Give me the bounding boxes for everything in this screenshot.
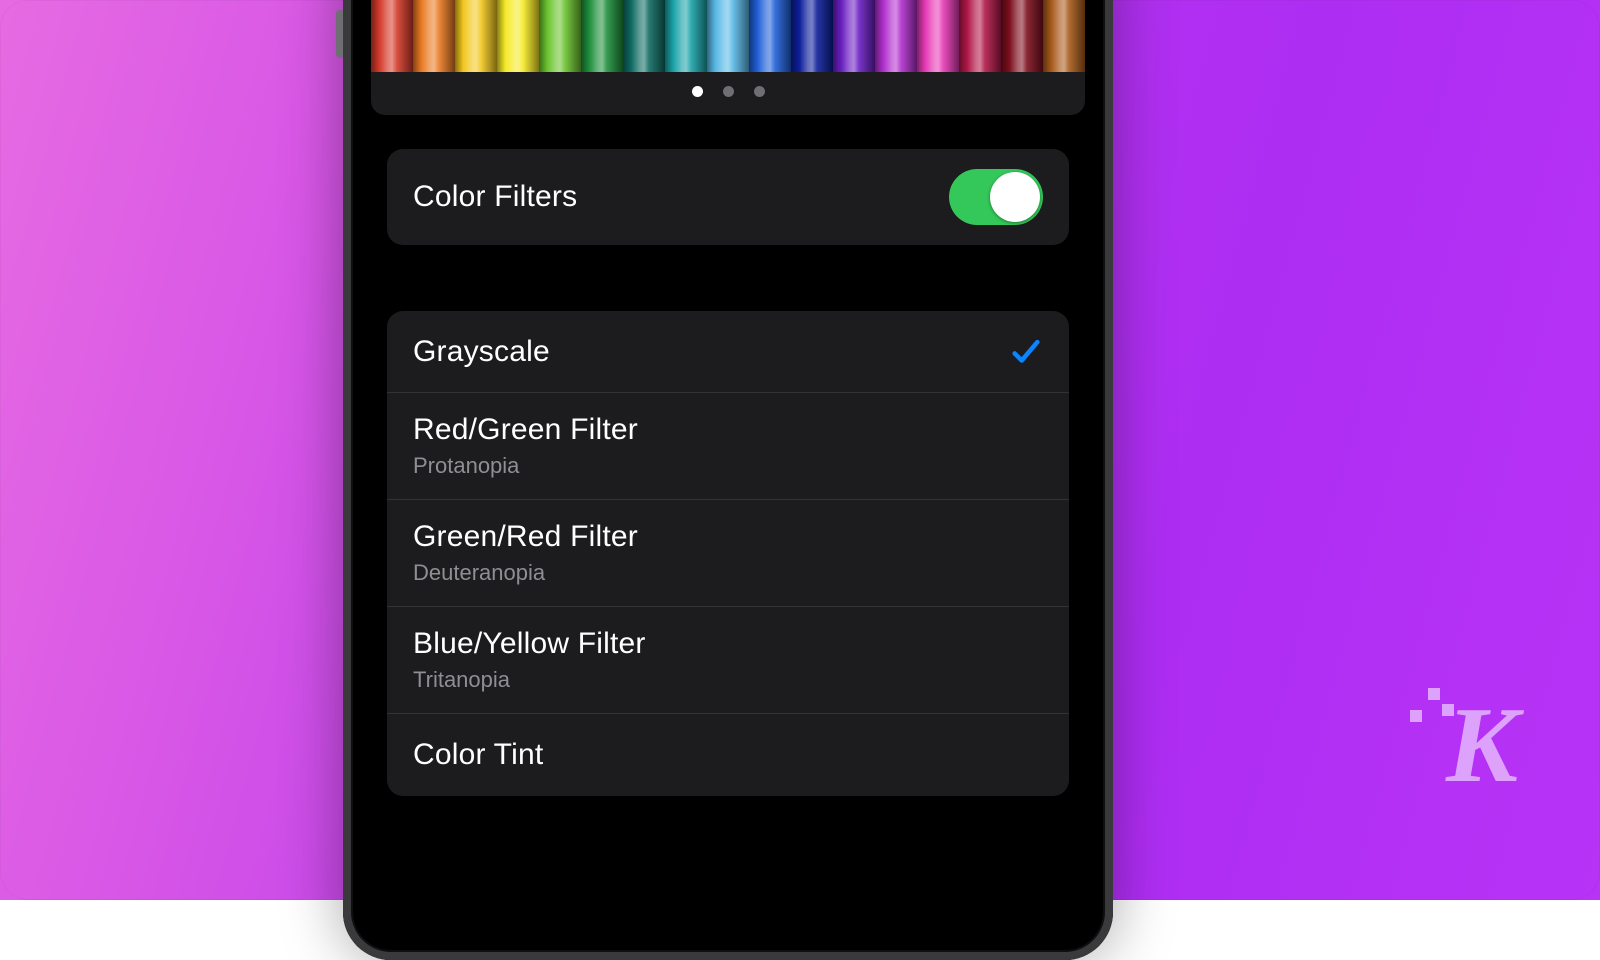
color-pencil [833, 0, 875, 72]
filter-options-card: Grayscale Red/Green Filter Protanopia Green… [387, 311, 1069, 796]
filter-option-title: Color Tint [413, 738, 1043, 772]
checkmark-icon [1009, 335, 1043, 369]
phone-frame: Color Filters Grayscale Red/Green Filter P… [343, 0, 1113, 960]
filter-option-row[interactable]: Red/Green Filter Protanopia [387, 393, 1069, 500]
color-pencils-row [371, 0, 1085, 72]
filter-option-row[interactable]: Color Tint [387, 714, 1069, 796]
watermark-logo: K [1446, 692, 1512, 800]
color-pencil [749, 0, 791, 72]
color-pencil [959, 0, 1001, 72]
mute-switch-nub [336, 10, 343, 58]
page-dot[interactable] [692, 86, 703, 97]
color-pencil [875, 0, 917, 72]
phone-screen: Color Filters Grayscale Red/Green Filter P… [357, 0, 1099, 946]
color-pencil [371, 0, 413, 72]
filter-option-subtitle: Protanopia [413, 453, 1043, 479]
watermark-letter: K [1446, 686, 1512, 805]
page-dot[interactable] [723, 86, 734, 97]
color-preview-card[interactable] [371, 0, 1085, 115]
filter-option-row[interactable]: Grayscale [387, 311, 1069, 393]
color-pencil [455, 0, 497, 72]
color-filters-toggle-card: Color Filters [387, 149, 1069, 245]
filter-option-title: Red/Green Filter [413, 413, 1043, 447]
color-pencil [1043, 0, 1085, 72]
filter-option-row[interactable]: Green/Red Filter Deuteranopia [387, 500, 1069, 607]
color-filters-toggle-row[interactable]: Color Filters [387, 149, 1069, 245]
filter-option-subtitle: Deuteranopia [413, 560, 1043, 586]
page-dot[interactable] [754, 86, 765, 97]
color-pencil [581, 0, 623, 72]
color-pencil [917, 0, 959, 72]
color-pencil [539, 0, 581, 72]
page-indicator[interactable] [371, 72, 1085, 115]
color-pencil [623, 0, 665, 72]
color-pencil [791, 0, 833, 72]
color-filters-toggle[interactable] [949, 169, 1043, 225]
color-pencil [497, 0, 539, 72]
color-filters-label: Color Filters [413, 180, 949, 214]
filter-option-row[interactable]: Blue/Yellow Filter Tritanopia [387, 607, 1069, 714]
filter-option-subtitle: Tritanopia [413, 667, 1043, 693]
filter-option-title: Grayscale [413, 335, 1009, 369]
toggle-knob [990, 172, 1040, 222]
color-pencil [1001, 0, 1043, 72]
filter-option-title: Blue/Yellow Filter [413, 627, 1043, 661]
color-pencil [413, 0, 455, 72]
color-pencil [707, 0, 749, 72]
filter-option-title: Green/Red Filter [413, 520, 1043, 554]
color-pencil [665, 0, 707, 72]
